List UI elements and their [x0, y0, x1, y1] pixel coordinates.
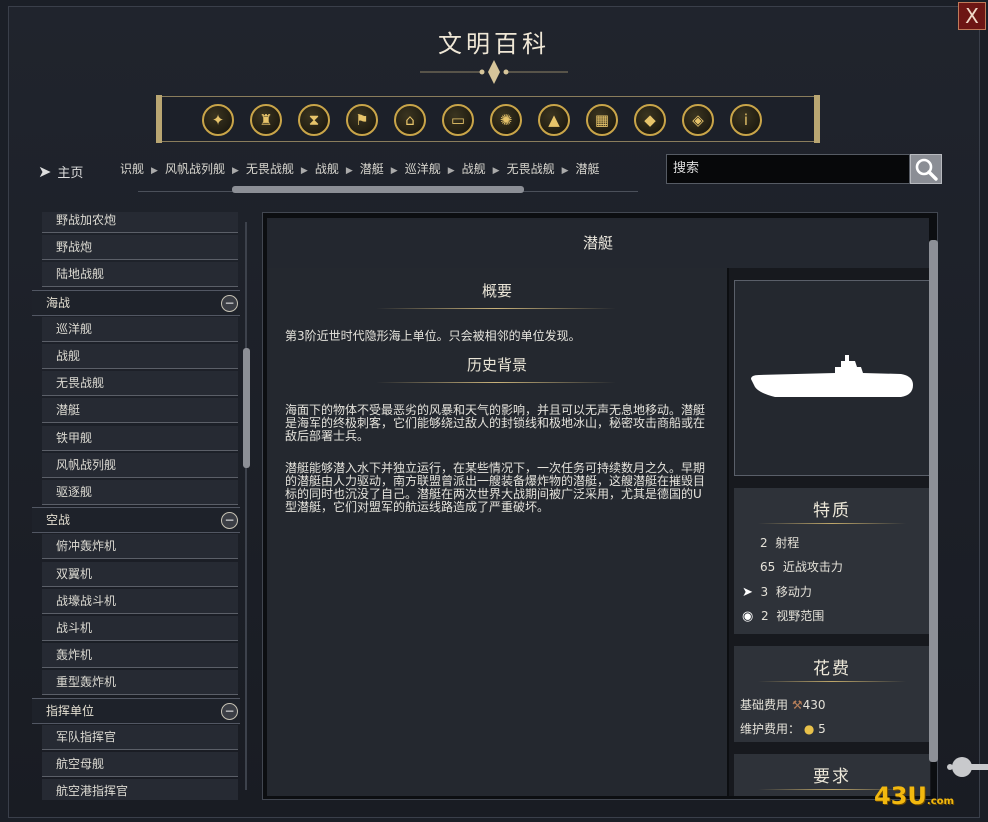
collapse-minus-icon[interactable]: −	[221, 512, 238, 530]
handshake-icon[interactable]: ✦	[202, 104, 234, 136]
book-icon[interactable]: ▭	[442, 104, 474, 136]
movement-arrow-icon: ➤	[742, 585, 753, 600]
sidebar-section-header[interactable]: 指挥单位 −	[32, 697, 240, 724]
breadcrumb-link[interactable]: 无畏战舰	[507, 162, 555, 176]
breadcrumb-link[interactable]: 战舰	[315, 162, 339, 176]
sidebar: 野战加农炮 野战炮 陆地战舰海战 − 巡洋舰 战舰 无畏战舰 潜艇 铁甲舰 风帆战列舰 驱逐舰空战 −…	[32, 212, 240, 800]
sidebar-item[interactable]: 军队指挥官	[42, 724, 238, 750]
sidebar-item[interactable]: 风帆战列舰	[42, 452, 238, 478]
sidebar-item[interactable]: 战斗机	[42, 616, 238, 641]
title-ornament	[420, 60, 568, 84]
search-input[interactable]: 搜索	[666, 154, 910, 184]
sidebar-item[interactable]: 俯冲轰炸机	[42, 534, 238, 560]
breadcrumb-separator-icon: ▶	[151, 166, 158, 176]
breadcrumb: 识舰 ▶ 风帆战列舰 ▶ 无畏战舰 ▶ 战舰 ▶ 潜艇 ▶ 巡洋舰 ▶ 战舰 ▶ 无畏战舰 ▶ 潜艇	[120, 160, 640, 180]
melee-stat: 65 近战攻击力	[760, 560, 843, 574]
breadcrumb-separator-icon: ▶	[390, 166, 398, 176]
sidebar-item[interactable]: 陆地战舰	[42, 262, 238, 288]
home-button[interactable]: ➤ 主页	[38, 160, 83, 182]
breadcrumb-scrollbar[interactable]	[232, 186, 524, 193]
back-arrow-icon: ➤	[38, 161, 52, 181]
breadcrumb-link[interactable]: 无畏战舰	[246, 162, 294, 176]
sidebar-item[interactable]: 重型轰炸机	[42, 670, 238, 696]
breadcrumb-separator-icon: ▶	[300, 166, 308, 176]
breadcrumb-link[interactable]: 潜艇	[576, 162, 600, 176]
summary-heading: 概要	[481, 282, 512, 300]
page-title: 文明百科	[438, 30, 550, 58]
info-icon[interactable]: i	[730, 104, 762, 136]
submarine-icon	[751, 355, 913, 397]
section-label: 空战	[46, 513, 71, 528]
sidebar-section-header[interactable]: 海战 −	[32, 289, 240, 316]
sidebar-item[interactable]: 战舰	[42, 344, 238, 369]
section-label: 指挥单位	[46, 703, 95, 718]
sidebar-item[interactable]: 战壕战斗机	[42, 588, 238, 614]
breadcrumb-separator-icon: ▶	[492, 166, 500, 176]
temple-icon[interactable]: ⌂	[394, 104, 426, 136]
article-title: 潜艇	[267, 218, 929, 268]
sidebar-item[interactable]: 航空港指挥官	[42, 779, 238, 800]
breadcrumb-link[interactable]: 巡洋舰	[405, 162, 441, 176]
mountain-icon[interactable]: ▲	[538, 104, 570, 136]
sidebar-item[interactable]: 轰炸机	[42, 643, 238, 669]
breadcrumb-separator-icon: ▶	[345, 166, 353, 176]
breadcrumb-link[interactable]: 潜艇	[360, 162, 384, 176]
hammer-icon: ⚒	[791, 698, 803, 712]
article-scrollbar[interactable]	[929, 216, 938, 796]
sidebar-item[interactable]: 铁甲舰	[42, 425, 238, 451]
breadcrumb-link[interactable]: 战舰	[462, 162, 486, 176]
range-stat: 2 射程	[760, 536, 800, 550]
upkeep-cost: 维护费用： ● 5	[740, 722, 826, 736]
sidebar-item[interactable]: 无畏战舰	[42, 371, 238, 397]
sidebar-item[interactable]: 驱逐舰	[42, 480, 238, 505]
sidebar-item[interactable]: 潜艇	[42, 398, 238, 424]
search-button[interactable]	[910, 154, 942, 184]
home-label: 主页	[57, 165, 84, 181]
base-cost: 基础费用 ⚒430	[740, 698, 826, 712]
building-icon[interactable]: ▦	[586, 104, 618, 136]
breadcrumb-link[interactable]: 识舰	[120, 162, 144, 176]
resource-icon[interactable]: ◈	[682, 104, 714, 136]
sidebar-section-header[interactable]: 空战 −	[32, 507, 240, 534]
cost-heading: 花费	[813, 659, 851, 679]
history-paragraph-1: 海面下的物体不受最恶劣的风暴和天气的影响，并且可以无声无息地移动。潜艇是海军的终…	[285, 403, 706, 443]
traits-heading: 特质	[813, 501, 851, 521]
sidebar-item[interactable]: 野战炮	[42, 235, 238, 261]
collapse-tab-icon[interactable]	[946, 752, 988, 782]
sidebar-item[interactable]: 野战加农炮	[42, 212, 238, 233]
section-label: 海战	[46, 295, 71, 310]
breadcrumb-link[interactable]: 风帆战列舰	[165, 162, 225, 176]
collapse-minus-icon[interactable]: −	[221, 294, 238, 312]
unit-portrait	[734, 280, 930, 476]
site-watermark: 43U.com	[874, 782, 954, 810]
religion-icon[interactable]: ✺	[490, 104, 522, 136]
history-heading: 历史背景	[466, 356, 527, 374]
collapse-minus-icon[interactable]: −	[221, 702, 238, 720]
goblet-icon[interactable]: ♜	[250, 104, 282, 136]
history-paragraph-2: 潜艇能够潜入水下并独立运行，在某些情况下，一次任务可持续数月之久。早期的潜艇由人…	[285, 461, 706, 514]
sidebar-scrollbar[interactable]	[242, 212, 250, 800]
sidebar-item[interactable]: 巡洋舰	[42, 316, 238, 342]
sidebar-item[interactable]: 航空母舰	[42, 752, 238, 777]
breadcrumb-separator-icon: ▶	[231, 166, 239, 176]
hourglass-icon[interactable]: ⧗	[298, 104, 330, 136]
search-icon	[915, 158, 938, 181]
breadcrumb-separator-icon: ▶	[561, 166, 569, 176]
movement-stat: ➤ 3 移动力	[742, 585, 812, 600]
summary-divider	[376, 308, 616, 309]
sidebar-item[interactable]: 双翼机	[42, 561, 238, 587]
article-body	[267, 268, 727, 796]
sight-stat: ◉ 2 视野范围	[742, 609, 825, 624]
eye-icon: ◉	[742, 609, 754, 624]
upgrade-icon[interactable]: ◆	[634, 104, 666, 136]
gold-coin-icon: ●	[803, 722, 815, 736]
history-divider	[376, 382, 616, 383]
summary-text: 第3阶近世时代隐形海上单位。只会被相邻的单位发现。	[285, 329, 581, 343]
flag-icon[interactable]: ⚑	[346, 104, 378, 136]
breadcrumb-separator-icon: ▶	[447, 166, 455, 176]
